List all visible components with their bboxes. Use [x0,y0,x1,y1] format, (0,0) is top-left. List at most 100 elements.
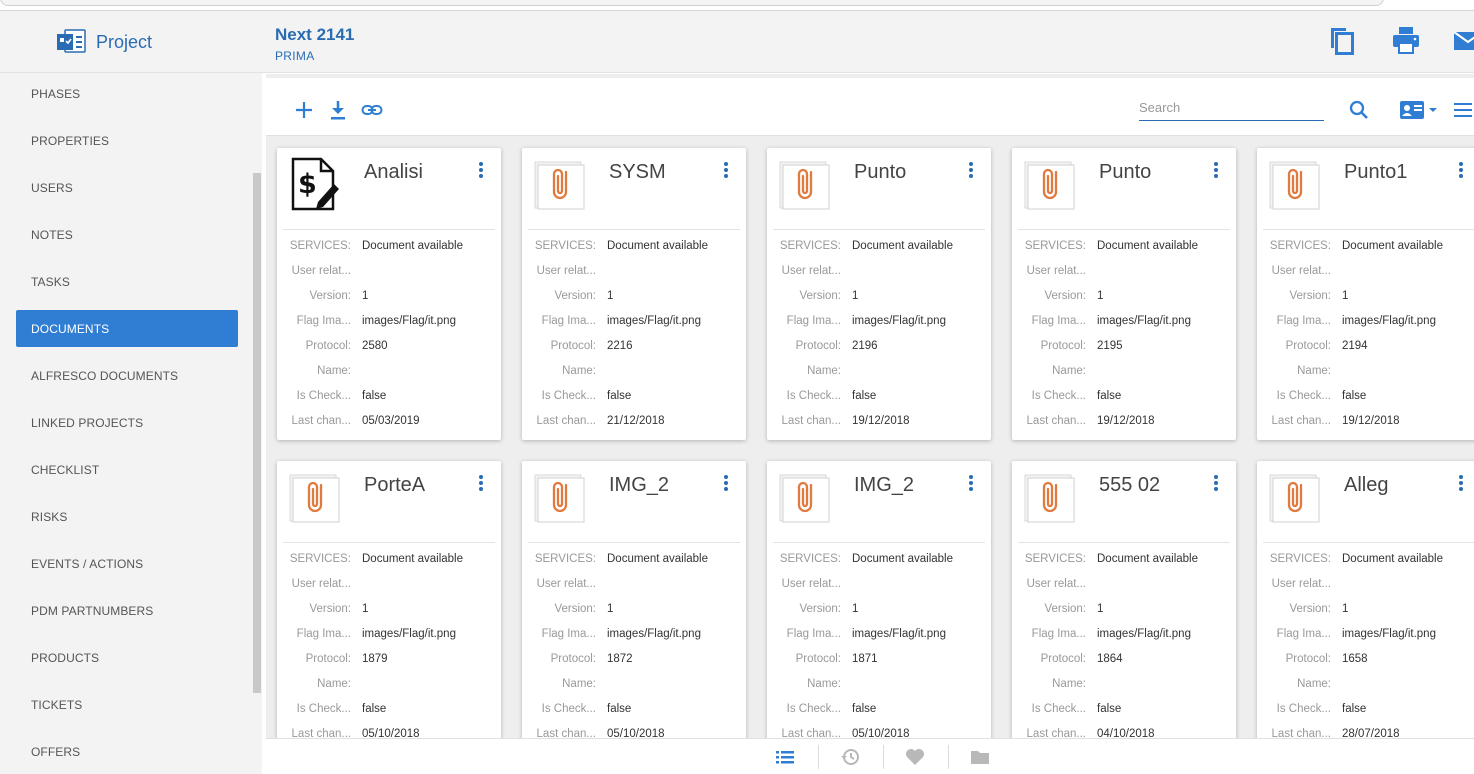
sidebar-item-risks[interactable]: RISKS [16,498,238,535]
paperclip-icon[interactable] [777,156,833,212]
document-title[interactable]: Analisi [364,161,423,184]
document-card[interactable]: $ Analisi SERVICES: Document available User … [277,148,501,440]
field-label: SERVICES: [1269,553,1331,565]
sidebar-item-phases[interactable]: PHASES [16,75,238,112]
sidebar-item-tasks[interactable]: TASKS [16,263,238,300]
document-card[interactable]: SYSM SERVICES: Document available User rela… [522,148,746,440]
sidebar-item-documents[interactable]: DOCUMENTS [16,310,238,347]
sidebar-item-tickets[interactable]: TICKETS [16,686,238,723]
address-bar[interactable] [0,0,1384,6]
search-field[interactable] [1139,96,1324,121]
document-card[interactable]: Alleg SERVICES: Document available User rel… [1257,461,1474,761]
add-icon[interactable] [293,99,315,121]
field-value: 1 [1342,603,1349,615]
paperclip-icon[interactable] [532,469,588,525]
document-card[interactable]: IMG_2 SERVICES: Document available User rel… [767,461,991,761]
paperclip-icon[interactable] [532,156,588,212]
card-view-icon[interactable] [1398,99,1442,121]
field-row-flag: Flag Ima... images/Flag/it.png [767,309,991,334]
field-label: Is Check... [786,703,841,715]
more-vert-icon[interactable] [476,162,486,182]
document-title[interactable]: Punto1 [1344,161,1407,184]
document-title[interactable]: IMG_2 [854,474,914,497]
field-value: 1879 [362,653,388,665]
field-label: Is Check... [786,390,841,402]
sidebar-item-linked-projects[interactable]: LINKED PROJECTS [16,404,238,441]
field-row-user: User relat... [522,259,746,284]
more-vert-icon[interactable] [721,162,731,182]
link-icon[interactable] [361,99,383,121]
field-row-version: Version: 1 [767,284,991,309]
card-fields: SERVICES: Document available User relat...… [522,230,746,434]
field-row-name: Name: [1012,359,1236,384]
paperclip-icon[interactable] [1022,469,1078,525]
field-value: false [607,703,632,715]
list-icon[interactable] [774,747,796,767]
search-input[interactable] [1139,96,1324,118]
field-label: Flag Ima... [541,628,596,640]
field-label: Version: [554,603,596,615]
sidebar-scrollbar[interactable] [253,173,261,693]
more-vert-icon[interactable] [1211,162,1221,182]
sidebar-item-pdm-partnumbers[interactable]: PDM PARTNUMBERS [16,592,238,629]
document-card[interactable]: IMG_2 SERVICES: Document available User rel… [522,461,746,761]
paperclip-icon[interactable] [287,469,343,525]
sidebar-item-events-actions[interactable]: EVENTS / ACTIONS [16,545,238,582]
money-doc-icon[interactable]: $ [287,156,343,212]
list-view-icon[interactable] [1452,99,1474,121]
field-row-protocol: Protocol: 1871 [767,647,991,672]
field-row-services: SERVICES: Document available [1257,234,1474,259]
more-vert-icon[interactable] [966,162,976,182]
document-card[interactable]: 555 02 SERVICES: Document available User re… [1012,461,1236,761]
paperclip-icon[interactable] [1022,156,1078,212]
field-label: Flag Ima... [786,628,841,640]
more-vert-icon[interactable] [476,475,486,495]
field-label: Version: [799,290,841,302]
sidebar-item-checklist[interactable]: CHECKLIST [16,451,238,488]
more-vert-icon[interactable] [1456,475,1466,495]
browser-strip [0,0,1474,11]
document-card[interactable]: PorteA SERVICES: Document available User re… [277,461,501,761]
document-card[interactable]: Punto1 SERVICES: Document available User re… [1257,148,1474,440]
sidebar-item-alfresco-documents[interactable]: ALFRESCO DOCUMENTS [16,357,238,394]
paperclip-icon[interactable] [777,469,833,525]
field-row-version: Version: 1 [277,284,501,309]
document-card[interactable]: Punto SERVICES: Document available User rel… [767,148,991,440]
document-title[interactable]: PorteA [364,474,425,497]
print-icon[interactable] [1390,24,1422,56]
folder-icon[interactable] [969,747,991,767]
sidebar-item-users[interactable]: USERS [16,169,238,206]
field-label: Version: [1044,290,1086,302]
field-value: 1 [362,290,369,302]
copy-icon[interactable] [1325,24,1357,56]
document-card[interactable]: Punto SERVICES: Document available User rel… [1012,148,1236,440]
field-label: User relat... [291,265,351,277]
document-title[interactable]: Punto [1099,161,1151,184]
field-row-services: SERVICES: Document available [277,234,501,259]
sidebar-item-label: EVENTS / ACTIONS [31,556,144,571]
paperclip-icon[interactable] [1267,469,1323,525]
more-vert-icon[interactable] [1456,162,1466,182]
field-row-checked: Is Check... false [767,697,991,722]
search-icon[interactable] [1348,99,1370,121]
paperclip-icon[interactable] [1267,156,1323,212]
more-vert-icon[interactable] [721,475,731,495]
favorite-icon[interactable] [904,747,926,767]
download-icon[interactable] [327,99,349,121]
history-icon[interactable] [839,747,861,767]
sidebar-item-products[interactable]: PRODUCTS [16,639,238,676]
more-vert-icon[interactable] [966,475,976,495]
document-title[interactable]: Punto [854,161,906,184]
sidebar-item-label: PROPERTIES [31,133,110,148]
document-title[interactable]: Alleg [1344,474,1388,497]
document-title[interactable]: IMG_2 [609,474,669,497]
more-vert-icon[interactable] [1211,475,1221,495]
sidebar-item-offers[interactable]: OFFERS [16,733,238,770]
sidebar-item-properties[interactable]: PROPERTIES [16,122,238,159]
document-title[interactable]: 555 02 [1099,474,1160,497]
brand[interactable]: Project [56,27,152,57]
document-title[interactable]: SYSM [609,161,666,184]
sidebar-item-notes[interactable]: NOTES [16,216,238,253]
field-row-flag: Flag Ima... images/Flag/it.png [277,622,501,647]
mail-icon[interactable] [1452,24,1474,56]
